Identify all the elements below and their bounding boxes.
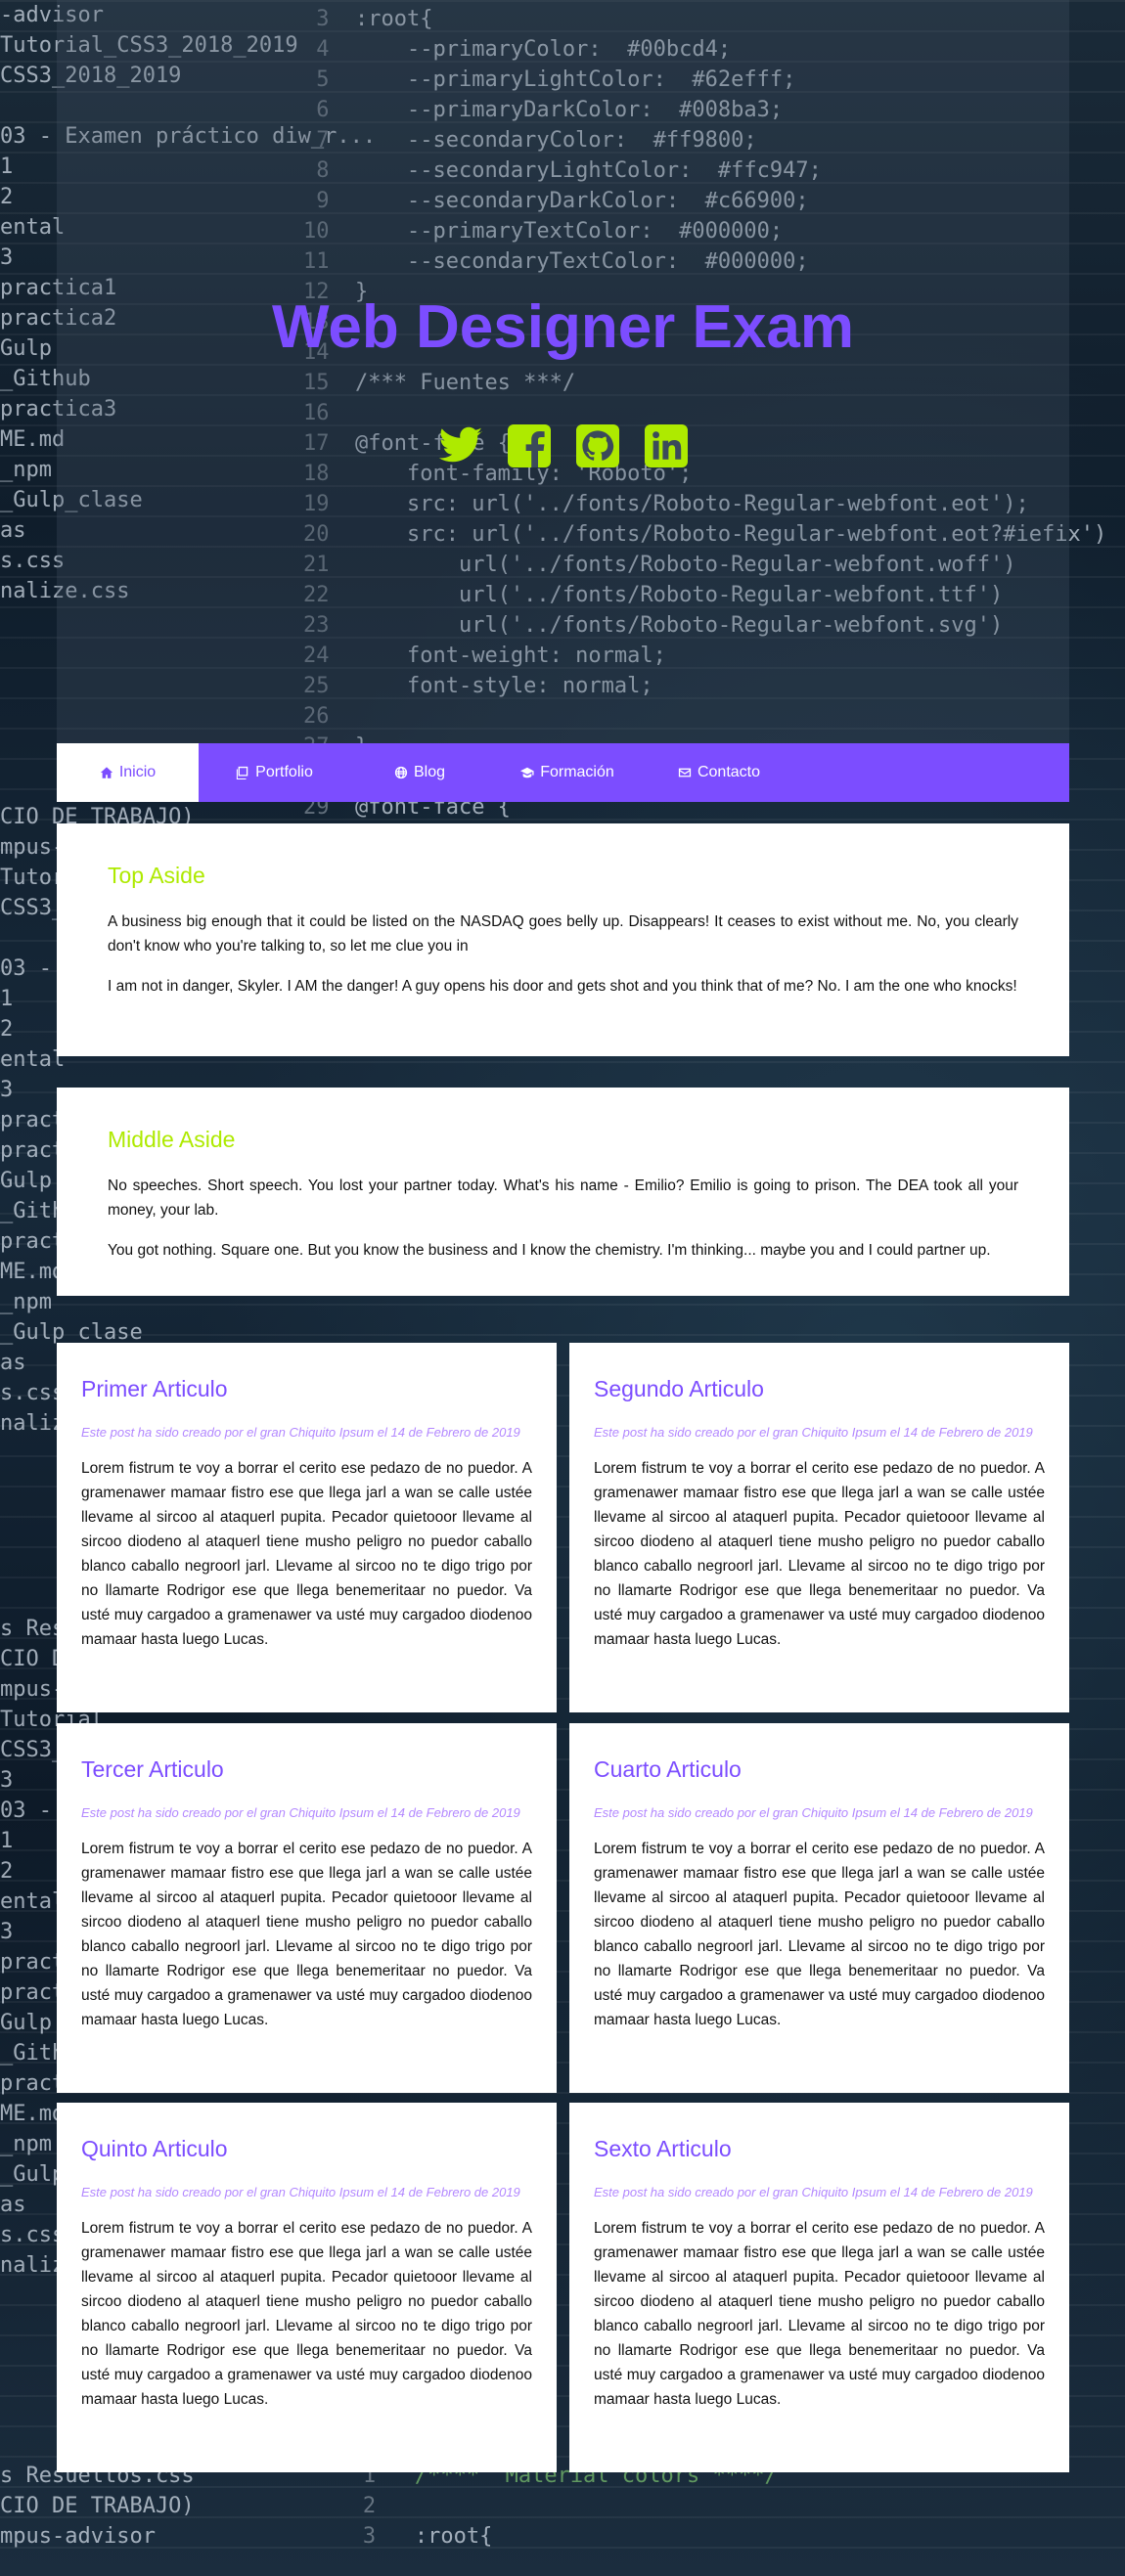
article-title[interactable]: Quinto Articulo (81, 2134, 532, 2163)
nav-item-label: Inicio (118, 764, 157, 780)
article-title[interactable]: Primer Articulo (81, 1374, 532, 1403)
article-meta: Este post ha sido creado por el gran Chi… (594, 1425, 1033, 1440)
nav-item-formacion[interactable]: Formación (489, 743, 646, 802)
home-icon (100, 767, 112, 778)
nav-item-contacto[interactable]: Contacto (646, 743, 792, 802)
article-body: Lorem fistrum te voy a borrar el cerito … (594, 1841, 1045, 2028)
article-body: Lorem fistrum te voy a borrar el cerito … (81, 1460, 532, 1648)
article-card-3: Tercer Articulo Este post ha sido creado… (57, 1723, 557, 2093)
article-card-5: Quinto Articulo Este post ha sido creado… (57, 2103, 557, 2472)
nav-item-blog[interactable]: Blog (350, 743, 489, 802)
middle-aside: Middle Aside No speeches. Short speech. … (57, 1088, 1069, 1296)
nav-item-label: Formación (540, 764, 614, 780)
twitter-icon (438, 426, 482, 463)
globe-icon (394, 766, 408, 779)
nav-item-inicio[interactable]: Inicio (57, 743, 199, 802)
graduation-cap-icon (520, 767, 534, 778)
article-meta: Este post ha sido creado por el gran Chi… (81, 2185, 520, 2199)
article-body: Lorem fistrum te voy a borrar el cerito … (81, 1841, 532, 2028)
facebook-icon (507, 424, 551, 467)
aside-paragraph: I am not in danger, Skyler. I AM the dan… (108, 978, 1017, 995)
article-card-1: Primer Articulo Este post ha sido creado… (57, 1343, 557, 1712)
article-meta: Este post ha sido creado por el gran Chi… (594, 2185, 1033, 2199)
article-meta: Este post ha sido creado por el gran Chi… (81, 1805, 520, 1820)
linkedin-icon (644, 424, 688, 467)
aside-paragraph: A business big enough that it could be l… (108, 913, 1018, 955)
nav-item-label: Blog (413, 764, 446, 780)
article-title[interactable]: Sexto Articulo (594, 2134, 1045, 2163)
article-card-6: Sexto Articulo Este post ha sido creado … (569, 2103, 1069, 2472)
hero-header: Web Designer Exam (57, 0, 1069, 743)
social-links (57, 422, 1069, 469)
article-title[interactable]: Tercer Articulo (81, 1754, 532, 1784)
twitter-link[interactable] (437, 422, 484, 469)
aside-paragraph: You got nothing. Square one. But you kno… (108, 1242, 991, 1259)
article-body: Lorem fistrum te voy a borrar el cerito … (81, 2220, 532, 2408)
background-code-lines-bottom: s Resueltos.css 1 /**** Material colors … (0, 2464, 778, 2549)
portfolio-icon (237, 766, 248, 779)
page-title: Web Designer Exam (272, 293, 854, 361)
aside-title: Top Aside (108, 863, 205, 888)
envelope-icon (678, 768, 692, 777)
article-body: Lorem fistrum te voy a borrar el cerito … (594, 2220, 1045, 2408)
nav-item-label: Contacto (697, 764, 761, 780)
article-body: Lorem fistrum te voy a borrar el cerito … (594, 1460, 1045, 1648)
article-card-4: Cuarto Articulo Este post ha sido creado… (569, 1723, 1069, 2093)
top-aside: Top Aside A business big enough that it … (57, 823, 1069, 1056)
nav-item-label: Portfolio (255, 764, 313, 780)
aside-paragraph: No speeches. Short speech. You lost your… (108, 1177, 1018, 1219)
article-meta: Este post ha sido creado por el gran Chi… (594, 1805, 1033, 1820)
facebook-link[interactable] (506, 422, 553, 469)
article-title[interactable]: Cuarto Articulo (594, 1754, 1045, 1784)
article-title[interactable]: Segundo Articulo (594, 1374, 1045, 1403)
aside-title: Middle Aside (108, 1127, 236, 1152)
main-navigation: Inicio Portfolio Blog Formación Contacto (57, 743, 1069, 802)
nav-item-portfolio[interactable]: Portfolio (199, 743, 350, 802)
article-meta: Este post ha sido creado por el gran Chi… (81, 1425, 520, 1440)
linkedin-link[interactable] (643, 422, 690, 469)
article-card-2: Segundo Articulo Este post ha sido cread… (569, 1343, 1069, 1712)
github-icon (575, 424, 619, 467)
github-link[interactable] (574, 422, 621, 469)
